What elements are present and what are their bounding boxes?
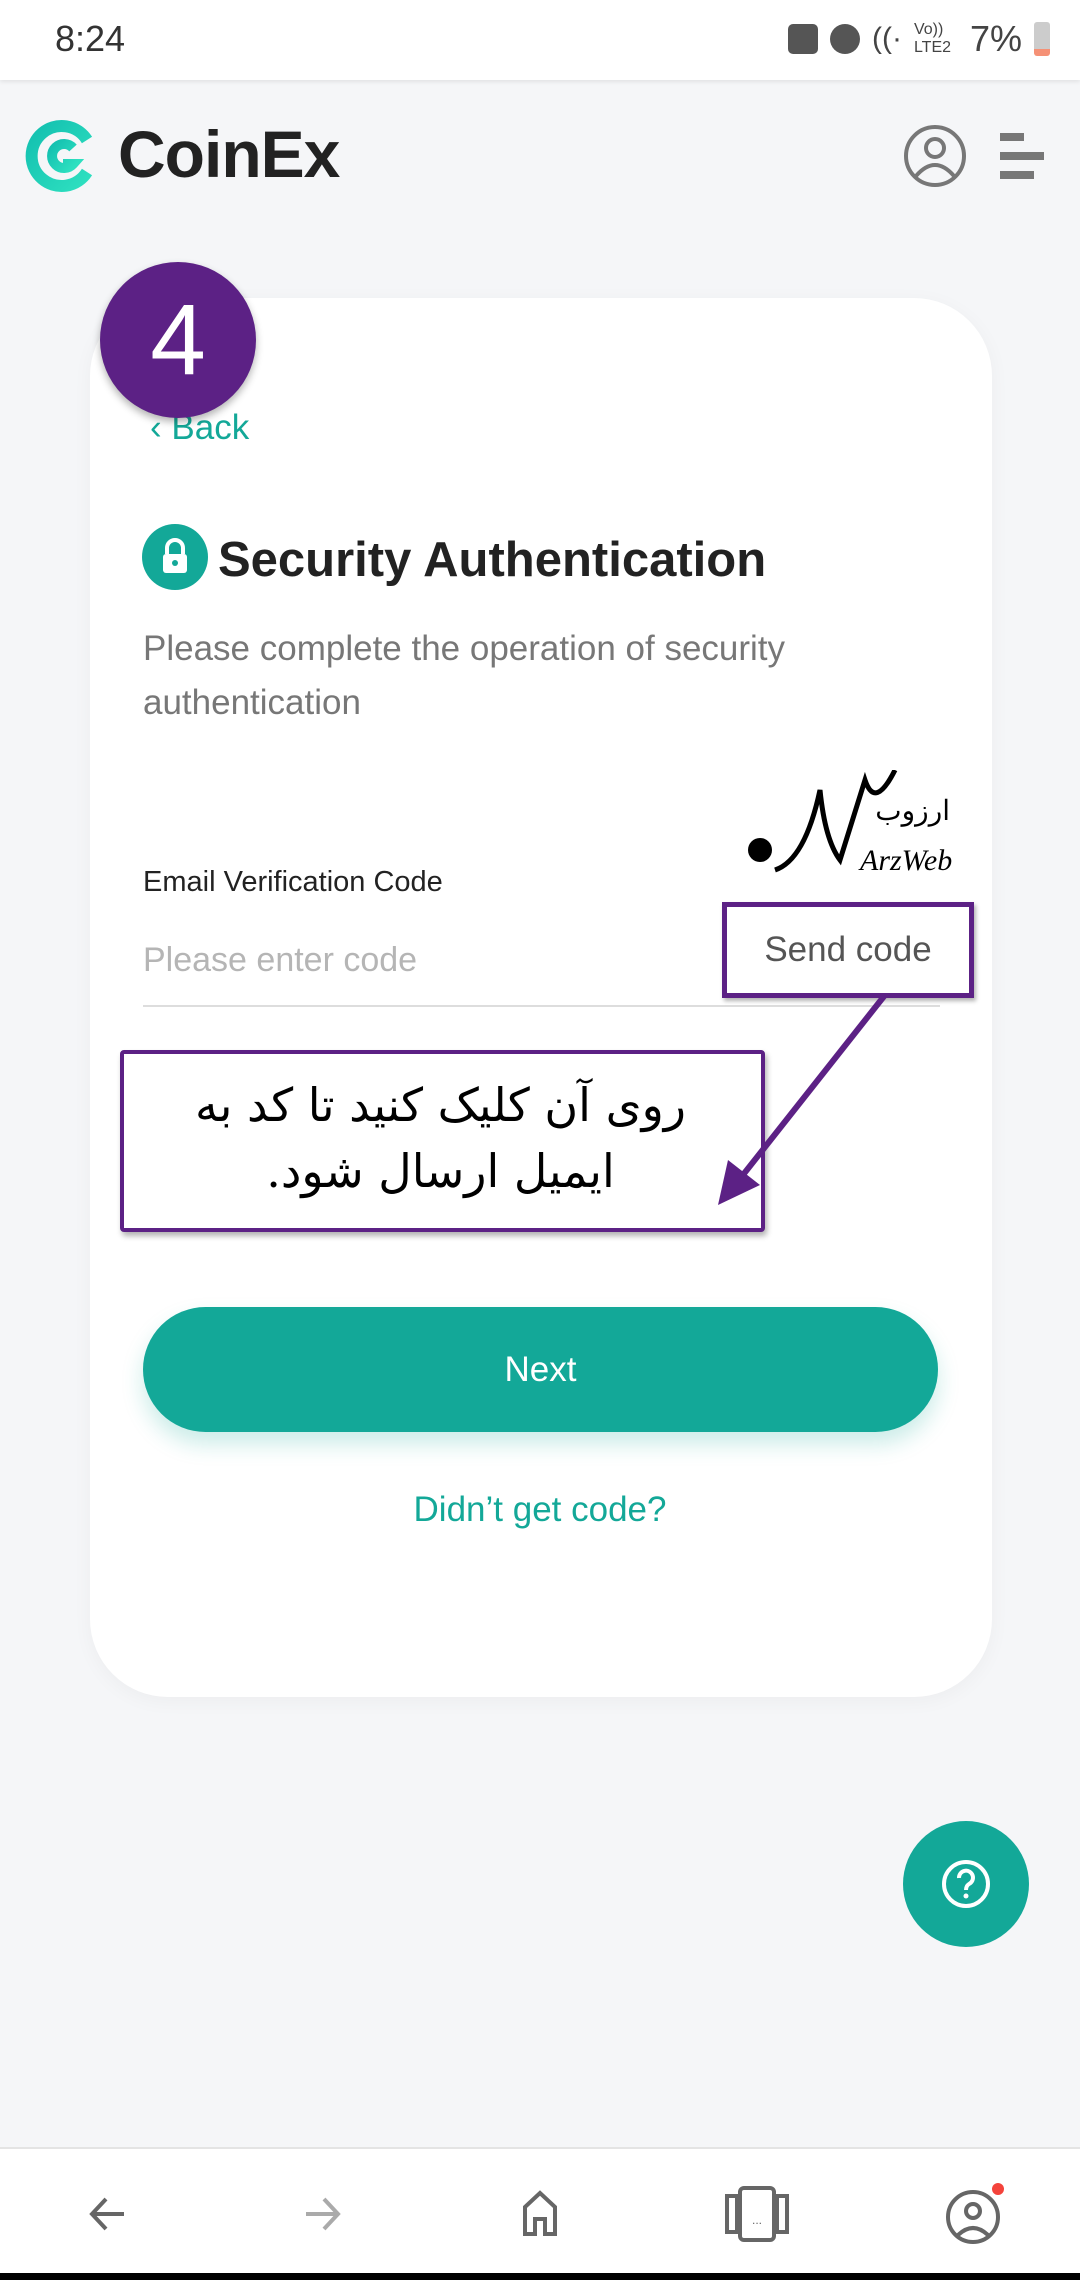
alarm-icon	[829, 24, 860, 54]
page-title: Security Authentication	[218, 533, 767, 587]
menu-icon[interactable]	[1000, 133, 1048, 179]
status-bar: 8:24 ((· Vo)) LTE2 7%	[0, 0, 1080, 80]
forward-icon[interactable]	[288, 2179, 358, 2249]
browser-bottom-nav: ...	[0, 2147, 1080, 2273]
status-time: 8:24	[55, 18, 126, 59]
annotation-callout: روی آن کلیک کنید تا کد به ایمیل ارسال شو…	[120, 1050, 765, 1232]
home-icon[interactable]	[505, 2179, 575, 2249]
arzweb-watermark-logo: ArzWeb ارزوب	[748, 770, 952, 877]
email-code-input[interactable]	[143, 930, 703, 990]
help-button[interactable]	[903, 1821, 1029, 1947]
notification-dot	[992, 2183, 1004, 2195]
next-button[interactable]: Next	[143, 1307, 938, 1432]
question-icon	[942, 1860, 990, 1908]
input-underline	[143, 1005, 940, 1007]
coinex-logo-icon[interactable]	[25, 118, 101, 194]
profile-icon[interactable]	[903, 124, 967, 188]
lock-icon	[142, 524, 208, 590]
svg-text:...: ...	[752, 2213, 762, 2227]
account-icon[interactable]	[938, 2179, 1008, 2249]
tabs-icon[interactable]: ...	[722, 2179, 792, 2249]
svg-text:ArzWeb: ArzWeb	[858, 844, 952, 877]
svg-text:ارزوب: ارزوب	[875, 794, 950, 827]
email-code-label: Email Verification Code	[143, 866, 443, 898]
back-icon[interactable]	[72, 2179, 142, 2249]
network-label: Vo)) LTE2	[913, 21, 952, 56]
wifi-icon: ((·	[871, 22, 902, 55]
status-icons: ((· Vo)) LTE2 7%	[787, 18, 1050, 60]
page-subtitle: Please complete the operation of securit…	[143, 629, 786, 722]
system-gesture-bar	[0, 2273, 1080, 2280]
key-icon	[787, 24, 818, 54]
send-code-button[interactable]: Send code	[722, 902, 974, 998]
battery-icon	[1034, 22, 1050, 56]
brand-name[interactable]: CoinEx	[118, 116, 340, 192]
battery-text: 7%	[969, 18, 1022, 59]
step-badge: 4	[100, 262, 256, 418]
didnt-get-code-link[interactable]: Didn’t get code?	[0, 1490, 1080, 1530]
